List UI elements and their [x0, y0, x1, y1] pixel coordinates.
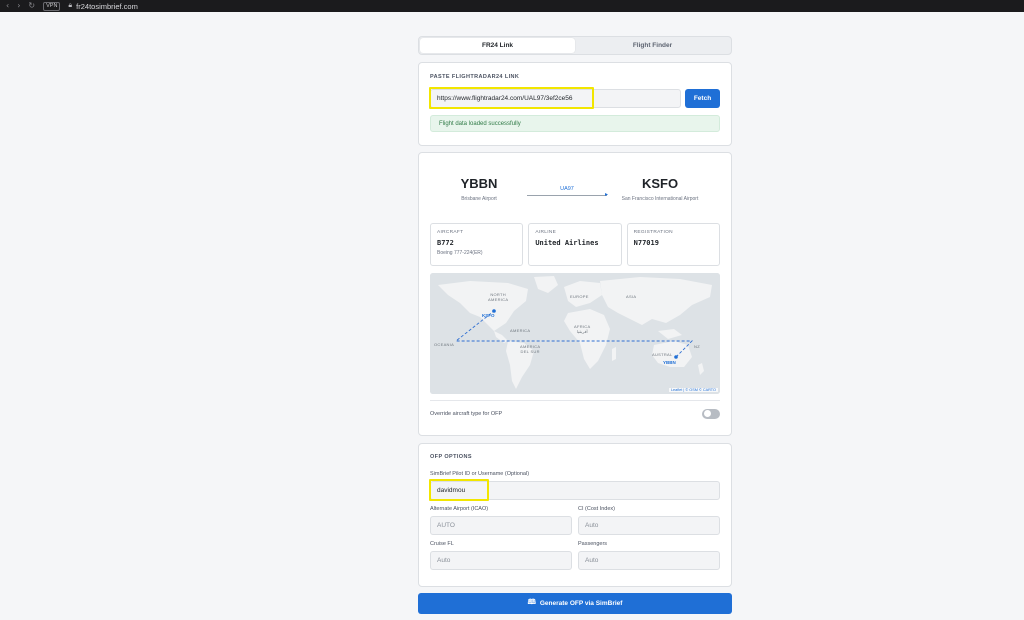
- generate-ofp-button[interactable]: 🕮︎ Generate OFP via SimBrief: [418, 593, 732, 614]
- success-message: Flight data loaded successfully: [430, 115, 720, 132]
- registration-box: REGISTRATION N77019: [626, 223, 720, 266]
- label-south-america: AMERICA DEL SUR: [520, 344, 541, 354]
- ofp-options-card: OFP OPTIONS SimBrief Pilot ID or Usernam…: [418, 443, 732, 587]
- flight-info-card: YBBN Brisbane Airport UA97 ▸ KSFO San Fr…: [418, 152, 732, 436]
- back-icon[interactable]: ‹: [6, 0, 9, 12]
- flight-number: UA97: [560, 186, 574, 192]
- lock-icon: 🔒︎: [68, 2, 73, 9]
- label-europe: EUROPE: [570, 294, 589, 299]
- pilot-highlight-box: [429, 479, 489, 501]
- label-africa: AFRICA أفريقيا: [574, 324, 591, 334]
- override-row: Override aircraft type for OFP: [430, 400, 720, 426]
- tab-flight-finder[interactable]: Flight Finder: [575, 38, 730, 53]
- map-marker-ybbn: YBBN: [663, 360, 676, 365]
- label-america: AMERICA: [510, 328, 531, 333]
- forward-icon[interactable]: ›: [17, 0, 20, 12]
- cost-index-label: CI (Cost Index): [578, 506, 615, 512]
- ofp-grid-row-1: Alternate Airport (ICAO) AUTO CI (Cost I…: [430, 500, 720, 535]
- flight-details-row: AIRCRAFT B772 Boeing 777-224(ER) AIRLINE…: [430, 223, 720, 266]
- browser-topbar: ‹ › ↻ VPN 🔒︎ fr24tosimbrief.com: [0, 0, 1024, 12]
- cruise-col: Cruise FL Auto: [430, 535, 572, 570]
- address-bar-url[interactable]: fr24tosimbrief.com: [76, 2, 138, 11]
- reload-icon[interactable]: ↻: [28, 0, 35, 12]
- paste-link-label: PASTE FLIGHTRADAR24 LINK: [430, 74, 520, 80]
- registration-label: REGISTRATION: [633, 230, 673, 235]
- alternate-col: Alternate Airport (ICAO) AUTO: [430, 500, 572, 535]
- map-attribution[interactable]: Leaflet | © OSM © CARTO: [668, 388, 718, 392]
- label-north-america: NORTH AMERICA: [488, 292, 509, 302]
- route-summary: YBBN Brisbane Airport UA97 ▸ KSFO San Fr…: [430, 153, 720, 223]
- book-icon: 🕮︎: [527, 599, 536, 606]
- map-marker-ksfo: KSFO: [482, 313, 495, 318]
- registration-value: N77019: [633, 239, 659, 247]
- cost-index-col: CI (Cost Index) Auto: [578, 500, 720, 535]
- arrow-right-icon: ▸: [605, 192, 609, 198]
- route-map[interactable]: NORTH AMERICA EUROPE ASIA AFRICA أفريقيا A…: [430, 273, 720, 394]
- airline-value: United Airlines: [535, 239, 599, 247]
- vpn-badge[interactable]: VPN: [43, 1, 61, 11]
- origin-name: Brisbane Airport: [461, 196, 497, 202]
- airline-label: AIRLINE: [535, 230, 557, 235]
- mode-tabs: FR24 Link Flight Finder: [418, 36, 732, 55]
- passengers-col: Passengers Auto: [578, 535, 720, 570]
- destination-airport: KSFO San Francisco International Airport: [615, 176, 705, 202]
- passengers-label: Passengers: [578, 541, 608, 547]
- alternate-label: Alternate Airport (ICAO): [430, 506, 489, 512]
- destination-code: KSFO: [641, 176, 679, 191]
- tab-fr24-link[interactable]: FR24 Link: [420, 38, 575, 53]
- ofp-grid-row-2: Cruise FL Auto Passengers Auto: [430, 535, 720, 570]
- aircraft-subtitle: Boeing 777-224(ER): [437, 250, 483, 256]
- aircraft-label: AIRCRAFT: [437, 230, 464, 235]
- airline-box: AIRLINE United Airlines: [528, 223, 622, 266]
- toggle-knob: [703, 410, 711, 417]
- label-asia: ASIA: [626, 294, 637, 299]
- fetch-button[interactable]: Fetch: [685, 89, 720, 108]
- label-nz: NZ: [694, 344, 700, 349]
- route-line: [527, 195, 607, 196]
- passengers-input[interactable]: Auto: [578, 551, 720, 570]
- paste-link-card: PASTE FLIGHTRADAR24 LINK Fetch Flight da…: [418, 62, 732, 146]
- origin-code: YBBN: [460, 176, 498, 191]
- aircraft-value: B772: [437, 239, 454, 247]
- cruise-label: Cruise FL: [430, 541, 454, 547]
- cost-index-input[interactable]: Auto: [578, 516, 720, 535]
- origin-airport: YBBN Brisbane Airport: [454, 176, 504, 202]
- ofp-options-title: OFP OPTIONS: [430, 454, 472, 460]
- cruise-input[interactable]: Auto: [430, 551, 572, 570]
- override-label: Override aircraft type for OFP: [430, 410, 503, 417]
- generate-ofp-label: Generate OFP via SimBrief: [539, 600, 623, 607]
- label-oceania: OCEANIA: [434, 342, 455, 347]
- pilot-id-label: SimBrief Pilot ID or Username (Optional): [430, 471, 530, 477]
- aircraft-box: AIRCRAFT B772 Boeing 777-224(ER): [430, 223, 524, 266]
- url-row: Fetch: [429, 87, 720, 109]
- destination-name: San Francisco International Airport: [621, 196, 699, 202]
- label-australia: AUSTRAL: [652, 352, 673, 357]
- override-toggle[interactable]: [702, 408, 720, 419]
- fr24-url-input[interactable]: [430, 89, 681, 108]
- alternate-input[interactable]: AUTO: [430, 516, 572, 535]
- pilot-id-wrap: davidmou: [429, 479, 720, 501]
